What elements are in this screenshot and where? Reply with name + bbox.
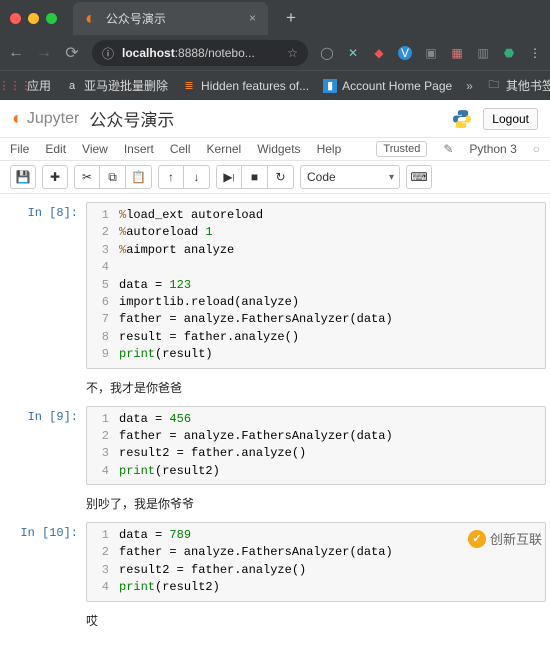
- logout-button[interactable]: Logout: [483, 108, 538, 130]
- move-down-button[interactable]: ↓: [184, 165, 210, 189]
- menu-insert[interactable]: Insert: [124, 142, 154, 156]
- ext-box3-icon[interactable]: ▥: [476, 46, 490, 60]
- menu-kernel[interactable]: Kernel: [207, 142, 242, 156]
- new-tab-button[interactable]: +: [286, 8, 296, 28]
- kernel-status-icon: ○: [533, 142, 540, 156]
- jupyter-logo-icon: ◐: [12, 108, 23, 129]
- bookmark-3[interactable]: ▮Account Home Page: [323, 79, 452, 93]
- paste-button[interactable]: 📋: [126, 165, 152, 189]
- browser-chrome: ◐ 公众号演示 × + ← → ⟳ ⓘ localhost:8888/noteb…: [0, 0, 550, 100]
- jupyter-favicon: ◐: [85, 8, 96, 29]
- menubar: File Edit View Insert Cell Kernel Widget…: [0, 138, 550, 161]
- menu-help[interactable]: Help: [317, 142, 342, 156]
- trusted-badge[interactable]: Trusted: [376, 141, 427, 157]
- back-icon[interactable]: ←: [8, 44, 24, 62]
- code-cell[interactable]: In [10]: 1data = 789 2father = analyze.F…: [4, 522, 546, 602]
- reload-icon[interactable]: ⟳: [64, 43, 80, 63]
- save-button[interactable]: 💾: [10, 165, 36, 189]
- bookmarks-more[interactable]: »: [466, 79, 473, 93]
- input-prompt: In [8]:: [4, 202, 86, 369]
- stop-button[interactable]: ■: [242, 165, 268, 189]
- run-button[interactable]: ▶|: [216, 165, 242, 189]
- notebook-area: In [8]: 1%load_ext autoreload 2%autorelo…: [0, 194, 550, 649]
- window-controls: [10, 13, 57, 24]
- ext-x-icon[interactable]: ✕: [346, 46, 360, 60]
- minimize-window-button[interactable]: [28, 13, 39, 24]
- input-prompt: In [10]:: [4, 522, 86, 602]
- code-cell[interactable]: In [9]: 1data = 456 2father = analyze.Fa…: [4, 406, 546, 486]
- code-cell[interactable]: In [8]: 1%load_ext autoreload 2%autorelo…: [4, 202, 546, 369]
- watermark-icon: ✓: [468, 530, 486, 548]
- cut-button[interactable]: ✂: [74, 165, 100, 189]
- star-icon[interactable]: ☆: [287, 46, 298, 60]
- url-field[interactable]: ⓘ localhost:8888/notebo... ☆: [92, 40, 308, 66]
- command-palette-button[interactable]: ⌨: [406, 165, 432, 189]
- code-editor[interactable]: 1%load_ext autoreload 2%autoreload 1 3%a…: [86, 202, 546, 369]
- python-icon: [451, 108, 473, 130]
- url-text: localhost:8888/notebo...: [122, 46, 279, 60]
- notebook-title[interactable]: 公众号演示: [89, 106, 174, 131]
- so-icon: ≣: [182, 79, 196, 93]
- bookmark-2[interactable]: ≣Hidden features of...: [182, 79, 309, 93]
- menu-cell[interactable]: Cell: [170, 142, 191, 156]
- add-cell-button[interactable]: ✚: [42, 165, 68, 189]
- watermark: ✓ 创新互联: [468, 529, 542, 548]
- maximize-window-button[interactable]: [46, 13, 57, 24]
- jupyter-logo[interactable]: ◐Jupyter: [12, 108, 79, 129]
- ext-box2-icon[interactable]: ▦: [450, 46, 464, 60]
- page-icon: ▮: [323, 79, 337, 93]
- menu-view[interactable]: View: [82, 142, 108, 156]
- menu-edit[interactable]: Edit: [45, 142, 66, 156]
- cell-type-select[interactable]: Code: [300, 165, 400, 189]
- move-up-button[interactable]: ↑: [158, 165, 184, 189]
- address-bar: ← → ⟳ ⓘ localhost:8888/notebo... ☆ ◯ ✕ ◆…: [0, 36, 550, 70]
- forward-icon[interactable]: →: [36, 44, 52, 62]
- cell-output: 哎: [86, 612, 546, 629]
- bookmark-1[interactable]: a亚马逊批量删除: [65, 77, 168, 94]
- browser-tab[interactable]: ◐ 公众号演示 ×: [73, 2, 268, 35]
- extensions: ◯ ✕ ◆ V ▣ ▦ ▥ ⬣ ⋮: [320, 46, 542, 60]
- menu-icon[interactable]: ⋮: [528, 46, 542, 60]
- cell-output: 不，我才是你爸爸: [86, 379, 546, 396]
- cell-output: 别吵了，我是你爷爷: [86, 495, 546, 512]
- tab-title: 公众号演示: [106, 10, 166, 27]
- other-bookmarks[interactable]: 🗀其他书签: [487, 77, 550, 94]
- copy-button[interactable]: ⧉: [100, 165, 126, 189]
- ext-box1-icon[interactable]: ▣: [424, 46, 438, 60]
- code-editor[interactable]: 1data = 456 2father = analyze.FathersAna…: [86, 406, 546, 486]
- close-tab-icon[interactable]: ×: [249, 11, 256, 25]
- ext-circle-icon[interactable]: ◯: [320, 46, 334, 60]
- ext-v-icon[interactable]: V: [398, 46, 412, 60]
- info-icon[interactable]: ⓘ: [102, 45, 114, 62]
- restart-button[interactable]: ↻: [268, 165, 294, 189]
- amazon-icon: a: [65, 79, 79, 93]
- menu-widgets[interactable]: Widgets: [257, 142, 300, 156]
- bookmarks-bar: ⋮⋮⋮应用 a亚马逊批量删除 ≣Hidden features of... ▮A…: [0, 70, 550, 100]
- close-window-button[interactable]: [10, 13, 21, 24]
- toolbar: 💾 ✚ ✂ ⧉ 📋 ↑ ↓ ▶| ■ ↻ Code ⌨: [0, 161, 550, 194]
- jupyter-header: ◐Jupyter 公众号演示 Logout: [0, 100, 550, 138]
- apps-icon: ⋮⋮⋮: [8, 79, 22, 93]
- edit-icon[interactable]: ✎: [443, 142, 453, 156]
- ext-badge-icon[interactable]: ◆: [372, 46, 386, 60]
- input-prompt: In [9]:: [4, 406, 86, 486]
- kernel-name[interactable]: Python 3: [469, 142, 516, 156]
- folder-icon: 🗀: [487, 79, 501, 93]
- titlebar: ◐ 公众号演示 × +: [0, 0, 550, 36]
- menu-file[interactable]: File: [10, 142, 29, 156]
- apps-button[interactable]: ⋮⋮⋮应用: [8, 77, 51, 94]
- ext-shield-icon[interactable]: ⬣: [502, 46, 516, 60]
